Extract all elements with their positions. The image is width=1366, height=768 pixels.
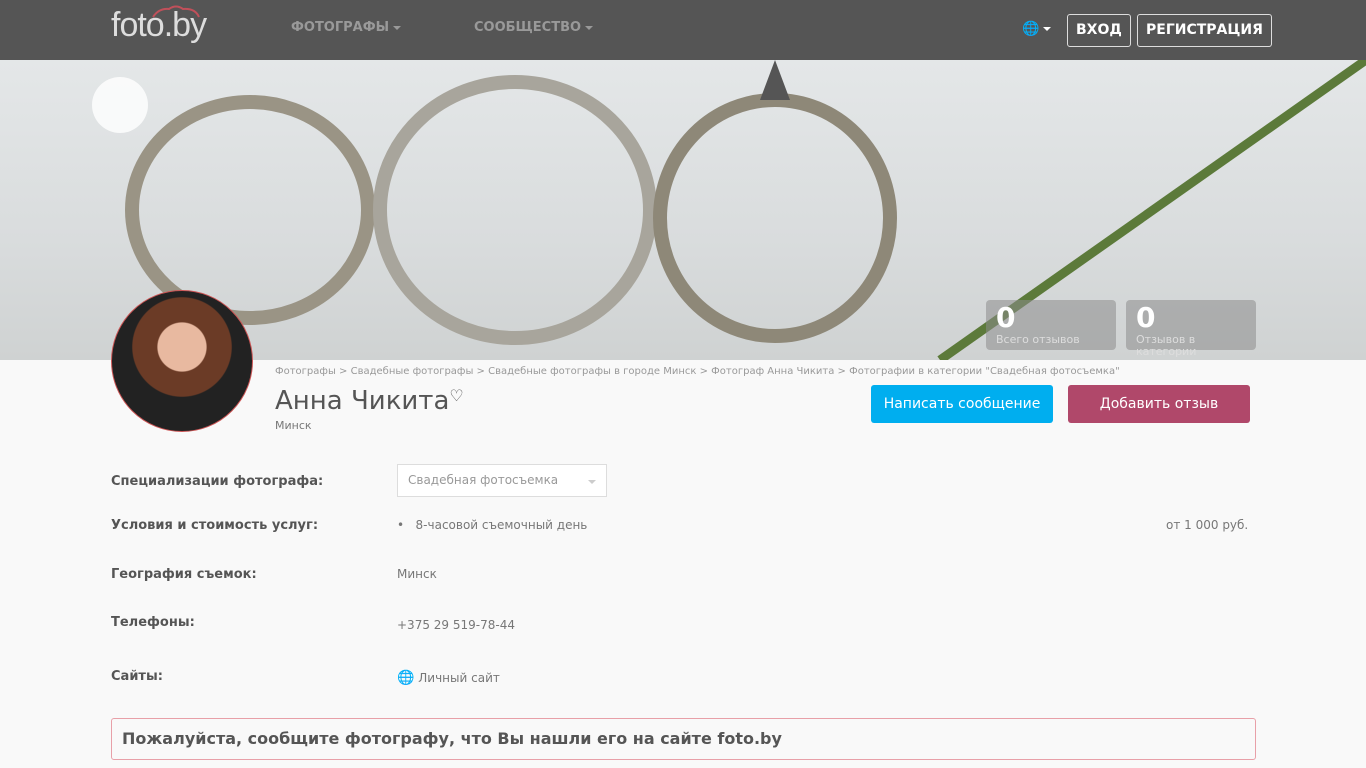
specialization-value: Свадебная фотосъемка (408, 473, 559, 487)
personal-site-text: Личный сайт (418, 671, 500, 685)
write-message-button[interactable]: Написать сообщение (871, 385, 1053, 423)
nav-photographers-label: ФОТОГРАФЫ (291, 20, 390, 35)
login-button[interactable]: ВХОД (1067, 14, 1131, 47)
nav-community-label: СООБЩЕСТВО (474, 20, 582, 35)
terms-item-text: 8-часовой съемочный день (415, 518, 588, 532)
caret-down-icon (393, 25, 402, 30)
globe-icon: 🌐 (397, 670, 415, 686)
category-reviews-count: 0 (1136, 301, 1156, 334)
logo[interactable]: foto.by (111, 5, 207, 45)
caret-down-icon (1043, 27, 1052, 31)
add-review-button[interactable]: Добавить отзыв (1068, 385, 1250, 423)
geography-value: Минск (397, 567, 437, 581)
photographer-city: Минск (275, 419, 312, 432)
total-reviews-count: 0 (996, 301, 1016, 334)
terms-price: от 1 000 руб. (1166, 518, 1249, 532)
specialization-label: Специализации фотографа: (111, 474, 324, 489)
register-button[interactable]: РЕГИСТРАЦИЯ (1137, 14, 1272, 47)
nav-photographers[interactable]: ФОТОГРАФЫ (291, 20, 402, 35)
photographer-name: Анна Чикита (275, 386, 450, 416)
avatar (111, 290, 253, 432)
nav-community[interactable]: СООБЩЕСТВО (474, 20, 594, 35)
total-reviews-stat: 0 Всего отзывов (986, 300, 1116, 350)
category-reviews-stat: 0 Отзывов в категории (1126, 300, 1256, 358)
phones-label: Телефоны: (111, 615, 195, 630)
caret-down-icon (588, 480, 596, 484)
notice-banner: Пожалуйста, сообщите фотографу, что Вы н… (111, 718, 1256, 760)
geography-label: География съемок: (111, 567, 257, 582)
terms-item: • 8-часовой съемочный день (397, 518, 588, 532)
caret-down-icon (585, 25, 594, 30)
category-reviews-label: Отзывов в категории (1136, 333, 1197, 358)
terms-label: Условия и стоимость услуг: (111, 518, 319, 533)
personal-site-link[interactable]: 🌐 Личный сайт (397, 670, 500, 686)
top-navbar: foto.by ФОТОГРАФЫ СООБЩЕСТВО 🌐 ВХОД РЕГИ… (0, 0, 1366, 60)
breadcrumb[interactable]: Фотографы > Свадебные фотографы > Свадеб… (275, 366, 1120, 377)
favorite-heart-icon[interactable]: ♡ (449, 386, 463, 405)
phone-value[interactable]: +375 29 519-78-44 (397, 618, 515, 632)
page-title: Анна Чикита♡ (275, 386, 464, 416)
language-globe-icon[interactable]: 🌐 (1022, 21, 1052, 37)
camera-logo-icon (152, 5, 200, 18)
sites-label: Сайты: (111, 669, 163, 684)
specialization-select[interactable]: Свадебная фотосъемка (397, 464, 607, 497)
total-reviews-label: Всего отзывов (996, 333, 1080, 346)
